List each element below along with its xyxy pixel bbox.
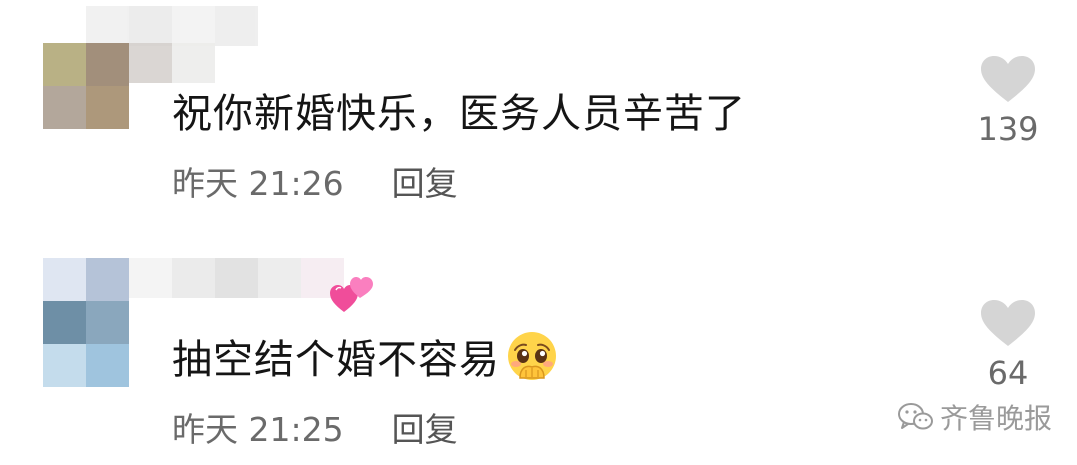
comment-time: 昨天 21:25 (172, 410, 344, 449)
avatar[interactable] (43, 258, 129, 387)
username-mosaic (129, 43, 215, 83)
like-button[interactable]: 64 (968, 300, 1048, 392)
comment-text: 抽空结个婚不容易 (172, 328, 558, 384)
comment-text-content: 抽空结个婚不容易 (172, 337, 500, 383)
comment-meta: 昨天 21:26 回复 (172, 158, 458, 204)
comment-text-content: 祝你新婚快乐，医务人员辛苦了 (172, 91, 746, 137)
pink-hearts-icon (330, 277, 373, 312)
username-mosaic (86, 6, 258, 46)
comment-time: 昨天 21:26 (172, 164, 344, 203)
like-count: 64 (987, 354, 1029, 392)
comment-item: 祝你新婚快乐，医务人员辛苦了 昨天 21:26 回复 139 (0, 0, 1077, 240)
watermark: 齐鲁晚报 (898, 397, 1052, 437)
username-mosaic (129, 258, 344, 298)
like-button[interactable]: 139 (968, 56, 1048, 148)
pleading-face-icon (508, 332, 556, 380)
reply-button[interactable]: 回复 (392, 403, 458, 451)
heart-icon (981, 56, 1035, 102)
reply-button[interactable]: 回复 (392, 157, 458, 205)
like-count: 139 (977, 110, 1039, 148)
avatar[interactable] (43, 43, 129, 129)
watermark-text: 齐鲁晚报 (940, 402, 1053, 435)
heart-icon (981, 300, 1035, 346)
wechat-icon (898, 403, 933, 430)
comment-meta: 昨天 21:25 回复 (172, 404, 458, 450)
comment-text: 祝你新婚快乐，医务人员辛苦了 (172, 82, 746, 138)
